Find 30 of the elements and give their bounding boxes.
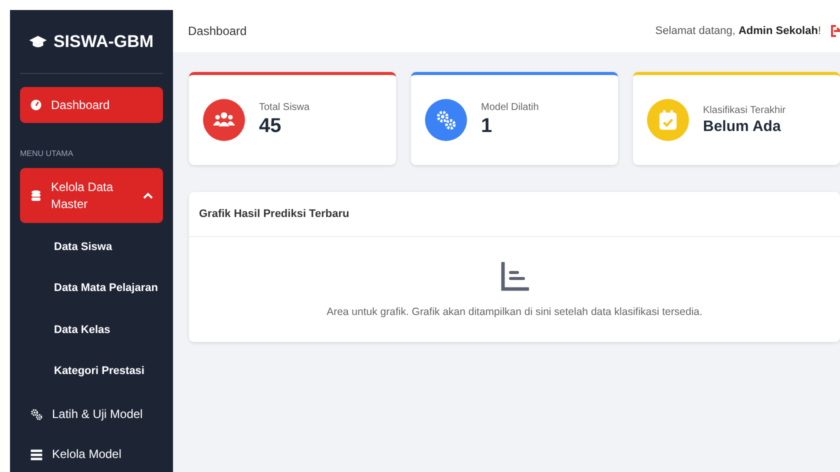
empty-chart-message: Area untuk grafik. Grafik akan ditampilkan di sini setelah data klasifikasi tersedia. bbox=[326, 306, 702, 318]
nav-item[interactable]: Latih & Uji Model bbox=[20, 396, 163, 432]
page-title: Dashboard bbox=[188, 24, 247, 38]
nav-group[interactable]: Kelola Data Master bbox=[20, 168, 163, 223]
submenu-item[interactable]: Kategori Prestasi bbox=[20, 350, 163, 392]
stat-label: Klasifikasi Terakhir bbox=[703, 105, 786, 116]
logout-icon[interactable] bbox=[831, 25, 840, 37]
graduation-cap-icon bbox=[29, 34, 48, 48]
welcome-text: Selamat datang, Admin Sekolah! bbox=[655, 25, 821, 37]
nav-item[interactable]: Kelola Model bbox=[20, 436, 163, 472]
gears-icon bbox=[435, 109, 457, 131]
submenu-item[interactable]: Data Kelas bbox=[20, 309, 163, 350]
gears-icon bbox=[30, 408, 43, 420]
brand-name: SISWA-GBM bbox=[53, 32, 154, 52]
bar-chart-icon bbox=[500, 262, 528, 292]
gauge-icon bbox=[30, 99, 42, 111]
stat-value: Belum Ada bbox=[703, 118, 782, 135]
stat-value: 45 bbox=[259, 115, 282, 138]
chevron-up-icon bbox=[143, 192, 153, 199]
stat-label: Model Dilatih bbox=[481, 102, 539, 113]
section-label: MENU UTAMA bbox=[20, 149, 74, 158]
card-title: Grafik Hasil Prediksi Terbaru bbox=[199, 208, 350, 220]
calendar-check-icon bbox=[657, 109, 679, 131]
nav-item[interactable]: Dashboard bbox=[20, 87, 163, 123]
list-icon bbox=[30, 448, 43, 460]
database-icon bbox=[30, 190, 42, 202]
stat-label: Total Siswa bbox=[259, 102, 310, 113]
stat-value: 1 bbox=[481, 115, 494, 138]
submenu-item[interactable]: Data Siswa bbox=[20, 226, 163, 268]
submenu-item[interactable]: Data Mata Pelajaran bbox=[20, 268, 163, 309]
